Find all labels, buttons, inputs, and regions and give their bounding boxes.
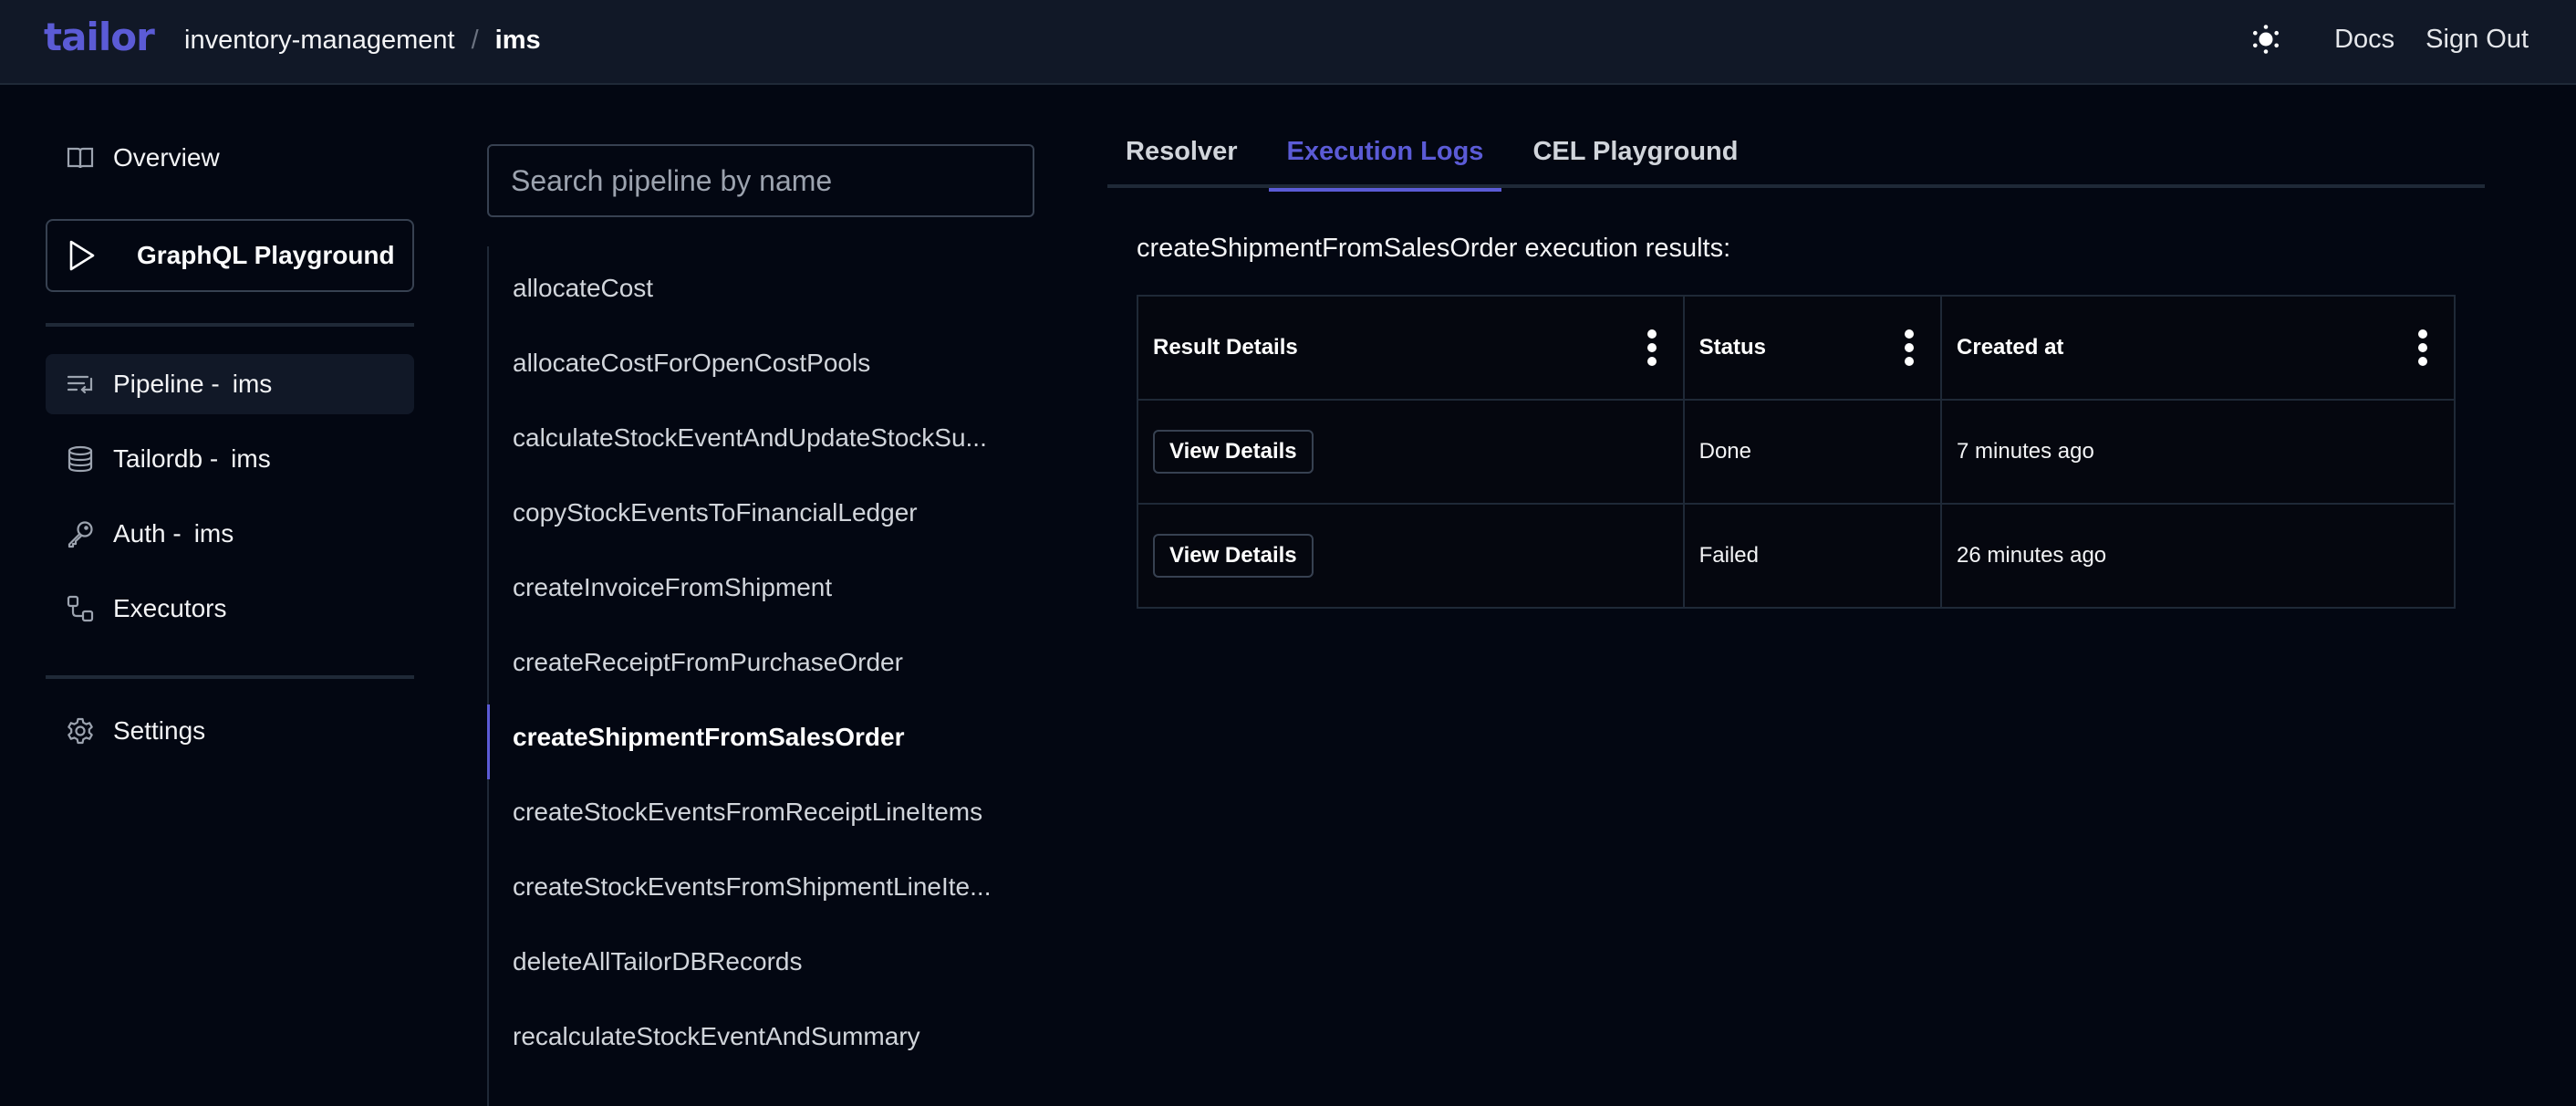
tab-resolver[interactable]: Resolver — [1107, 128, 1256, 188]
breadcrumb-workspace[interactable]: inventory-management — [184, 26, 455, 56]
gear-icon — [66, 716, 95, 746]
created-at-cell: 7 minutes ago — [1940, 399, 2456, 505]
result-details-cell: View Details — [1137, 399, 1685, 505]
column-header-status: Status — [1682, 295, 1943, 401]
execution-results-table: Result Details Status Created at View De… — [1137, 295, 2456, 609]
pipeline-item[interactable]: createStockEventsFromShipmentLineIte... — [489, 845, 1034, 920]
sidebar: Overview GraphQL Playground Pipeline - i… — [46, 128, 414, 761]
main-panel: Resolver Execution Logs CEL Playground c… — [1107, 128, 2485, 609]
docs-link[interactable]: Docs — [2334, 25, 2394, 55]
sidebar-item-label: Auth - — [113, 519, 182, 548]
pipeline-item[interactable]: createStockEventsFromReceiptLineItems — [489, 770, 1034, 845]
pipeline-item[interactable]: createReceiptFromPurchaseOrder — [489, 621, 1034, 695]
table-row: View Details Done 7 minutes ago — [1137, 399, 2456, 505]
pipeline-search-input[interactable] — [487, 144, 1034, 217]
view-details-button[interactable]: View Details — [1153, 534, 1314, 578]
sidebar-item-settings[interactable]: Settings — [46, 701, 414, 761]
sidebar-item-auth[interactable]: Auth - ims — [46, 504, 414, 564]
sun-icon[interactable] — [2250, 24, 2281, 55]
sidebar-item-label: Tailordb - — [113, 444, 219, 473]
sidebar-item-label: Pipeline - — [113, 370, 220, 398]
sidebar-item-overview[interactable]: Overview — [46, 128, 414, 188]
pipeline-item[interactable]: copyStockEventsToFinancialLedger — [489, 471, 1034, 546]
status-cell: Failed — [1682, 503, 1943, 609]
sidebar-item-tailordb[interactable]: Tailordb - ims — [46, 429, 414, 489]
top-header: tailor inventory-management / ims Docs S… — [0, 0, 2576, 85]
sidebar-item-suffix: ims — [232, 370, 273, 398]
header-actions: Docs Sign Out — [2250, 24, 2529, 55]
column-header-created-at: Created at — [1940, 295, 2456, 401]
tailor-logo[interactable]: tailor — [44, 15, 155, 59]
pipeline-item[interactable]: allocateCostForOpenCostPools — [489, 321, 1034, 396]
result-details-cell: View Details — [1137, 503, 1685, 609]
view-details-button[interactable]: View Details — [1153, 430, 1314, 474]
tab-execution-logs[interactable]: Execution Logs — [1268, 128, 1502, 192]
column-header-label: Result Details — [1153, 335, 1298, 360]
play-icon — [68, 239, 97, 272]
sidebar-item-executors[interactable]: Executors — [46, 579, 414, 639]
column-header-label: Created at — [1957, 335, 2064, 360]
sidebar-divider — [46, 323, 414, 327]
list-return-icon — [66, 370, 95, 399]
breadcrumb-separator: / — [471, 26, 479, 55]
nodes-icon — [66, 594, 95, 623]
sidebar-item-label: Settings — [113, 716, 206, 745]
tab-cel-playground[interactable]: CEL Playground — [1514, 128, 1756, 188]
created-at-cell: 26 minutes ago — [1940, 503, 2456, 609]
column-header-label: Status — [1698, 335, 1766, 360]
pipeline-item-selected[interactable]: createShipmentFromSalesOrder — [487, 695, 1034, 779]
database-icon — [66, 444, 95, 474]
sidebar-item-pipeline[interactable]: Pipeline - ims — [46, 354, 414, 414]
pipeline-item[interactable]: allocateCost — [489, 246, 1034, 321]
pipeline-item[interactable]: deleteAllTailorDBRecords — [489, 920, 1034, 995]
column-menu-icon[interactable] — [1904, 329, 1915, 366]
column-menu-icon[interactable] — [1646, 329, 1657, 366]
column-menu-icon[interactable] — [2417, 329, 2428, 366]
breadcrumb: inventory-management / ims — [184, 26, 541, 56]
key-icon — [66, 519, 95, 548]
pipeline-item[interactable]: calculateStockEventAndUpdateStockSu... — [489, 396, 1034, 471]
sidebar-item-suffix: ims — [231, 444, 271, 473]
sidebar-divider — [46, 675, 414, 679]
results-title: createShipmentFromSalesOrder execution r… — [1137, 234, 1731, 263]
table-header-row: Result Details Status Created at — [1137, 295, 2456, 401]
breadcrumb-current: ims — [494, 26, 541, 55]
tab-bar: Resolver Execution Logs CEL Playground — [1107, 128, 2485, 192]
pipeline-item[interactable]: createInvoiceFromShipment — [489, 546, 1034, 621]
pipeline-list: allocateCost allocateCostForOpenCostPool… — [487, 246, 1034, 1106]
pipeline-item[interactable]: recalculateStockEventAndSummary — [489, 995, 1034, 1069]
sidebar-item-label: Executors — [113, 594, 227, 622]
graphql-playground-button[interactable]: GraphQL Playground — [46, 219, 414, 292]
status-cell: Done — [1682, 399, 1943, 505]
sidebar-item-suffix: ims — [193, 519, 234, 548]
sign-out-link[interactable]: Sign Out — [2425, 25, 2529, 55]
graphql-playground-label: GraphQL Playground — [137, 241, 395, 269]
sidebar-item-label: Overview — [113, 143, 220, 172]
book-open-icon — [66, 143, 95, 172]
column-header-result-details: Result Details — [1137, 295, 1685, 401]
table-row: View Details Failed 26 minutes ago — [1137, 503, 2456, 609]
pipeline-panel: allocateCost allocateCostForOpenCostPool… — [487, 144, 1034, 1106]
